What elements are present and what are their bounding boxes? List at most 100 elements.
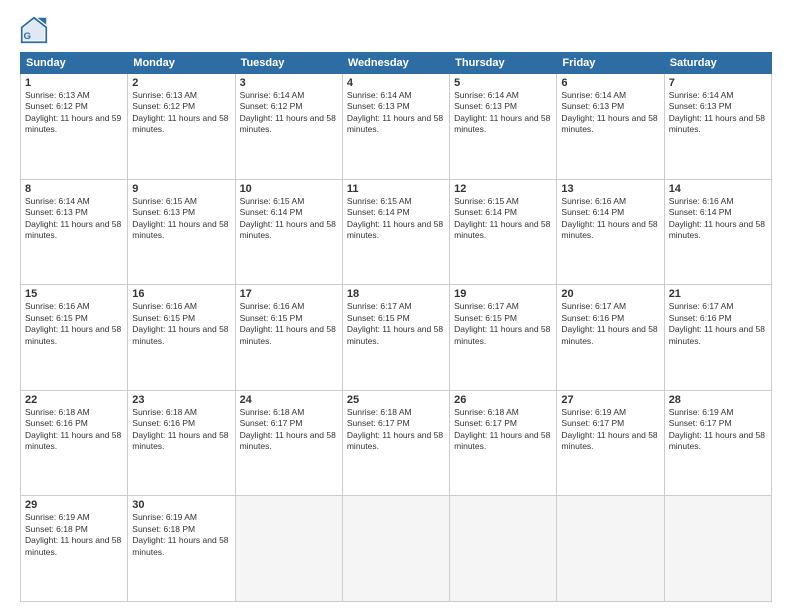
day-cell: 2 Sunrise: 6:13 AMSunset: 6:12 PMDayligh… (128, 74, 235, 180)
day-cell: 25 Sunrise: 6:18 AMSunset: 6:17 PMDaylig… (342, 390, 449, 496)
week-row-4: 22 Sunrise: 6:18 AMSunset: 6:16 PMDaylig… (21, 390, 772, 496)
week-row-3: 15 Sunrise: 6:16 AMSunset: 6:15 PMDaylig… (21, 285, 772, 391)
day-number: 27 (561, 394, 659, 406)
day-info: Sunrise: 6:14 AMSunset: 6:13 PMDaylight:… (347, 90, 445, 136)
day-number: 1 (25, 77, 123, 89)
day-info: Sunrise: 6:15 AMSunset: 6:13 PMDaylight:… (132, 196, 230, 242)
day-info: Sunrise: 6:15 AMSunset: 6:14 PMDaylight:… (454, 196, 552, 242)
day-info: Sunrise: 6:17 AMSunset: 6:16 PMDaylight:… (561, 301, 659, 347)
day-number: 2 (132, 77, 230, 89)
day-cell: 3 Sunrise: 6:14 AMSunset: 6:12 PMDayligh… (235, 74, 342, 180)
day-info: Sunrise: 6:16 AMSunset: 6:14 PMDaylight:… (561, 196, 659, 242)
day-cell: 15 Sunrise: 6:16 AMSunset: 6:15 PMDaylig… (21, 285, 128, 391)
logo: G (20, 16, 52, 44)
day-info: Sunrise: 6:18 AMSunset: 6:16 PMDaylight:… (132, 407, 230, 453)
day-info: Sunrise: 6:14 AMSunset: 6:13 PMDaylight:… (454, 90, 552, 136)
day-cell (450, 496, 557, 602)
day-number: 17 (240, 288, 338, 300)
day-cell: 27 Sunrise: 6:19 AMSunset: 6:17 PMDaylig… (557, 390, 664, 496)
day-number: 26 (454, 394, 552, 406)
day-cell: 16 Sunrise: 6:16 AMSunset: 6:15 PMDaylig… (128, 285, 235, 391)
day-cell: 20 Sunrise: 6:17 AMSunset: 6:16 PMDaylig… (557, 285, 664, 391)
day-info: Sunrise: 6:18 AMSunset: 6:17 PMDaylight:… (454, 407, 552, 453)
day-number: 14 (669, 183, 767, 195)
col-header-monday: Monday (128, 53, 235, 74)
day-number: 3 (240, 77, 338, 89)
day-info: Sunrise: 6:14 AMSunset: 6:13 PMDaylight:… (561, 90, 659, 136)
day-cell: 19 Sunrise: 6:17 AMSunset: 6:15 PMDaylig… (450, 285, 557, 391)
calendar-table: SundayMondayTuesdayWednesdayThursdayFrid… (20, 52, 772, 602)
day-cell (557, 496, 664, 602)
day-cell (235, 496, 342, 602)
col-header-friday: Friday (557, 53, 664, 74)
day-info: Sunrise: 6:14 AMSunset: 6:13 PMDaylight:… (669, 90, 767, 136)
page: G SundayMondayTuesdayWednesdayThursdayFr… (0, 0, 792, 612)
day-info: Sunrise: 6:14 AMSunset: 6:12 PMDaylight:… (240, 90, 338, 136)
day-cell: 30 Sunrise: 6:19 AMSunset: 6:18 PMDaylig… (128, 496, 235, 602)
day-cell: 21 Sunrise: 6:17 AMSunset: 6:16 PMDaylig… (664, 285, 771, 391)
day-cell: 11 Sunrise: 6:15 AMSunset: 6:14 PMDaylig… (342, 179, 449, 285)
day-info: Sunrise: 6:14 AMSunset: 6:13 PMDaylight:… (25, 196, 123, 242)
day-number: 19 (454, 288, 552, 300)
day-number: 6 (561, 77, 659, 89)
day-number: 9 (132, 183, 230, 195)
day-number: 4 (347, 77, 445, 89)
day-cell: 9 Sunrise: 6:15 AMSunset: 6:13 PMDayligh… (128, 179, 235, 285)
day-info: Sunrise: 6:16 AMSunset: 6:14 PMDaylight:… (669, 196, 767, 242)
day-info: Sunrise: 6:17 AMSunset: 6:15 PMDaylight:… (454, 301, 552, 347)
day-cell: 13 Sunrise: 6:16 AMSunset: 6:14 PMDaylig… (557, 179, 664, 285)
day-info: Sunrise: 6:18 AMSunset: 6:16 PMDaylight:… (25, 407, 123, 453)
day-info: Sunrise: 6:16 AMSunset: 6:15 PMDaylight:… (240, 301, 338, 347)
day-number: 11 (347, 183, 445, 195)
day-info: Sunrise: 6:19 AMSunset: 6:18 PMDaylight:… (132, 512, 230, 558)
day-cell: 1 Sunrise: 6:13 AMSunset: 6:12 PMDayligh… (21, 74, 128, 180)
day-cell: 22 Sunrise: 6:18 AMSunset: 6:16 PMDaylig… (21, 390, 128, 496)
day-cell: 7 Sunrise: 6:14 AMSunset: 6:13 PMDayligh… (664, 74, 771, 180)
day-info: Sunrise: 6:17 AMSunset: 6:16 PMDaylight:… (669, 301, 767, 347)
logo-icon: G (20, 16, 48, 44)
day-cell: 28 Sunrise: 6:19 AMSunset: 6:17 PMDaylig… (664, 390, 771, 496)
day-number: 22 (25, 394, 123, 406)
day-number: 29 (25, 499, 123, 511)
day-number: 16 (132, 288, 230, 300)
day-info: Sunrise: 6:15 AMSunset: 6:14 PMDaylight:… (347, 196, 445, 242)
col-header-tuesday: Tuesday (235, 53, 342, 74)
week-row-2: 8 Sunrise: 6:14 AMSunset: 6:13 PMDayligh… (21, 179, 772, 285)
day-cell: 6 Sunrise: 6:14 AMSunset: 6:13 PMDayligh… (557, 74, 664, 180)
day-cell: 14 Sunrise: 6:16 AMSunset: 6:14 PMDaylig… (664, 179, 771, 285)
day-info: Sunrise: 6:17 AMSunset: 6:15 PMDaylight:… (347, 301, 445, 347)
col-header-wednesday: Wednesday (342, 53, 449, 74)
day-cell: 23 Sunrise: 6:18 AMSunset: 6:16 PMDaylig… (128, 390, 235, 496)
col-header-thursday: Thursday (450, 53, 557, 74)
day-cell (342, 496, 449, 602)
day-cell: 18 Sunrise: 6:17 AMSunset: 6:15 PMDaylig… (342, 285, 449, 391)
day-info: Sunrise: 6:19 AMSunset: 6:17 PMDaylight:… (669, 407, 767, 453)
day-cell: 5 Sunrise: 6:14 AMSunset: 6:13 PMDayligh… (450, 74, 557, 180)
day-info: Sunrise: 6:18 AMSunset: 6:17 PMDaylight:… (347, 407, 445, 453)
day-info: Sunrise: 6:13 AMSunset: 6:12 PMDaylight:… (132, 90, 230, 136)
day-cell: 17 Sunrise: 6:16 AMSunset: 6:15 PMDaylig… (235, 285, 342, 391)
svg-text:G: G (24, 31, 31, 42)
header: G (20, 16, 772, 44)
day-cell: 10 Sunrise: 6:15 AMSunset: 6:14 PMDaylig… (235, 179, 342, 285)
day-number: 24 (240, 394, 338, 406)
day-cell: 26 Sunrise: 6:18 AMSunset: 6:17 PMDaylig… (450, 390, 557, 496)
day-number: 13 (561, 183, 659, 195)
week-row-5: 29 Sunrise: 6:19 AMSunset: 6:18 PMDaylig… (21, 496, 772, 602)
day-number: 15 (25, 288, 123, 300)
day-cell: 12 Sunrise: 6:15 AMSunset: 6:14 PMDaylig… (450, 179, 557, 285)
day-number: 5 (454, 77, 552, 89)
day-cell: 24 Sunrise: 6:18 AMSunset: 6:17 PMDaylig… (235, 390, 342, 496)
day-number: 10 (240, 183, 338, 195)
week-row-1: 1 Sunrise: 6:13 AMSunset: 6:12 PMDayligh… (21, 74, 772, 180)
day-number: 18 (347, 288, 445, 300)
col-header-sunday: Sunday (21, 53, 128, 74)
col-header-saturday: Saturday (664, 53, 771, 74)
day-cell: 29 Sunrise: 6:19 AMSunset: 6:18 PMDaylig… (21, 496, 128, 602)
day-number: 20 (561, 288, 659, 300)
day-cell: 8 Sunrise: 6:14 AMSunset: 6:13 PMDayligh… (21, 179, 128, 285)
day-number: 7 (669, 77, 767, 89)
day-number: 25 (347, 394, 445, 406)
day-number: 23 (132, 394, 230, 406)
day-info: Sunrise: 6:18 AMSunset: 6:17 PMDaylight:… (240, 407, 338, 453)
